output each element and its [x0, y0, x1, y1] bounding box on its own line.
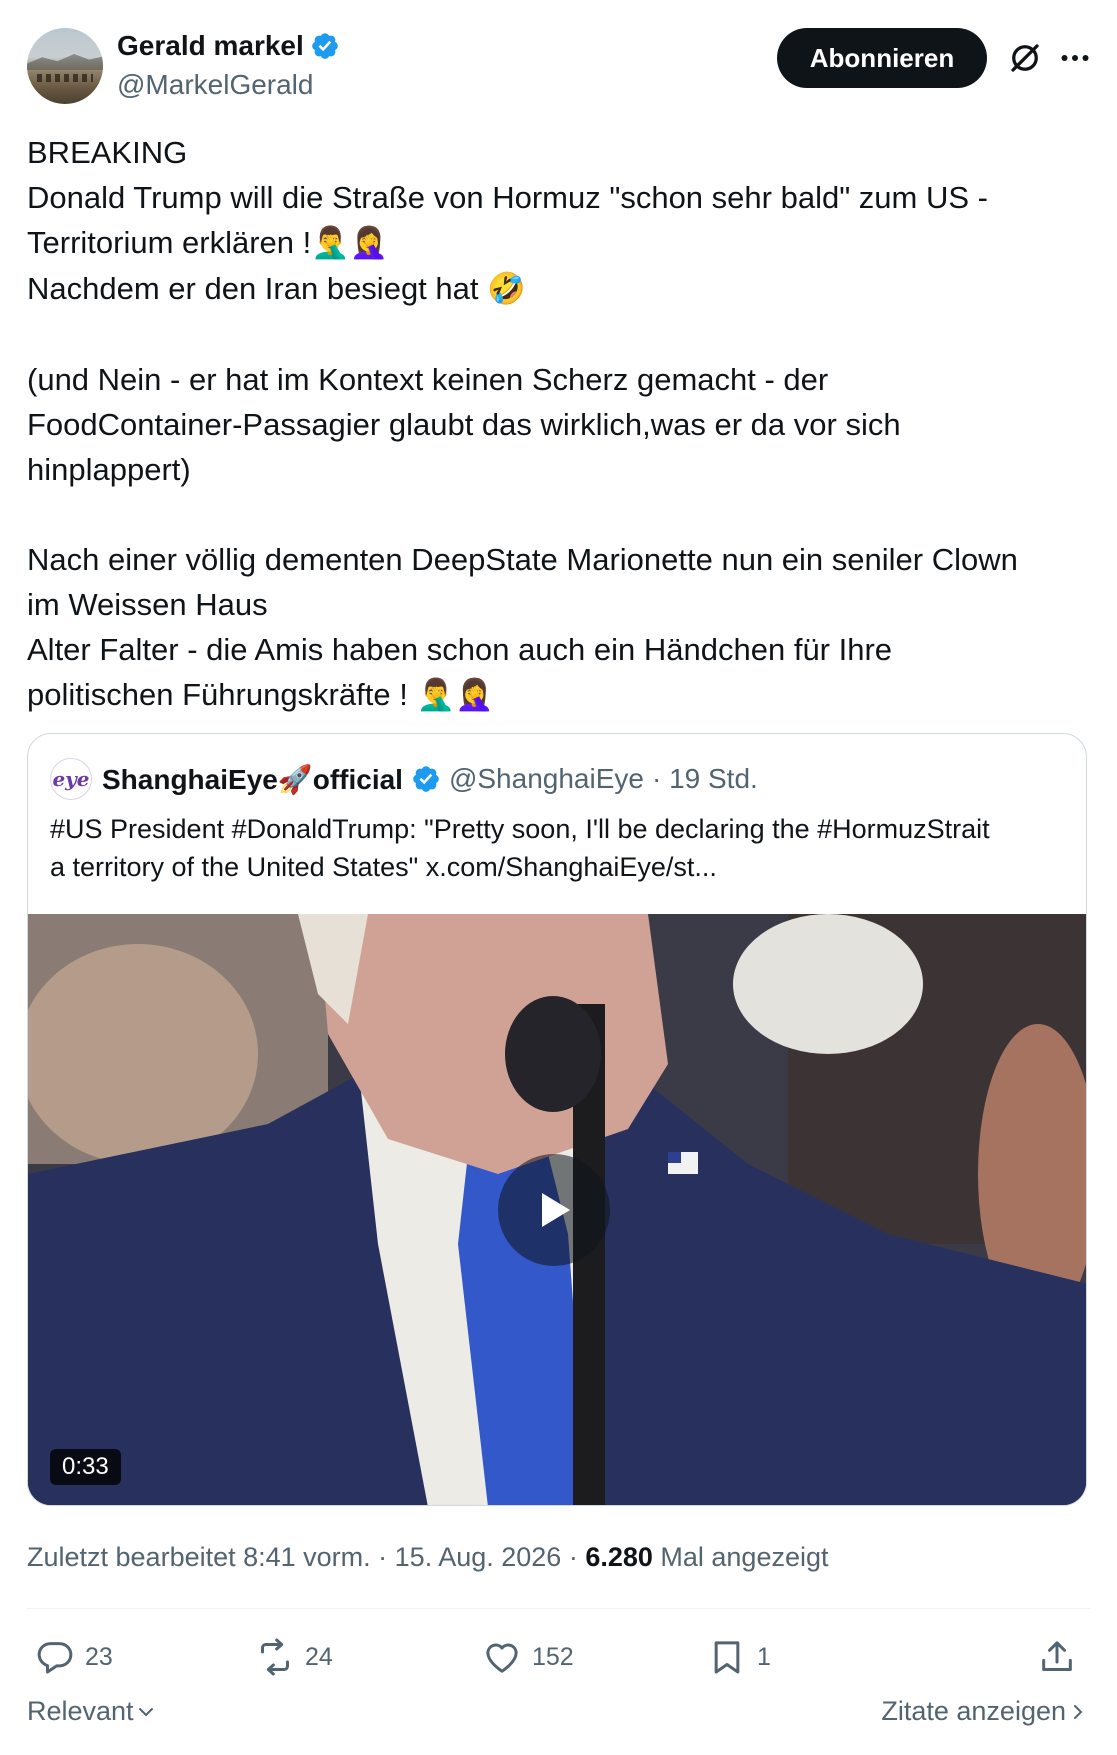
reply-controls: Relevant Zitate anzeigen	[27, 1696, 1090, 1736]
share-icon	[1042, 1641, 1072, 1671]
tweet-meta: Zuletzt bearbeitet 8:41 vorm. · 15. Aug.…	[27, 1542, 829, 1573]
quoted-author-handle[interactable]: @ShanghaiEye	[449, 763, 644, 795]
repost-button[interactable]: 24	[255, 1632, 333, 1682]
rocket-emoji: 🚀	[277, 762, 313, 796]
views-label: Mal angezeigt	[652, 1542, 829, 1572]
tweet-line: Donald Trump will die Straße von Hormuz …	[27, 180, 988, 215]
views-count: 6.280	[585, 1542, 653, 1572]
tweet-line: Nachdem er den Iran besiegt hat 🤣	[27, 266, 1090, 312]
chevron-down-icon	[138, 1707, 153, 1716]
quoted-avatar-logo: eye	[52, 767, 90, 791]
like-button[interactable]: 152	[482, 1632, 574, 1682]
quoted-text-line: a territory of the United States" x.com/…	[50, 852, 717, 882]
edited-timestamp[interactable]: Zuletzt bearbeitet 8:41 vorm. · 15. Aug.…	[27, 1542, 585, 1572]
author-name-row: Gerald markel	[117, 30, 340, 62]
quoted-tweet-card[interactable]: eye ShanghaiEye🚀official @ShanghaiEye · …	[27, 733, 1087, 1506]
tweet-header: Gerald markel @MarkelGerald Abonnieren	[27, 28, 1090, 104]
sort-label: Relevant	[27, 1696, 134, 1726]
chevron-right-icon	[1074, 1704, 1083, 1719]
tweet-line: Nach einer völlig dementen DeepState Mar…	[27, 542, 1018, 577]
tweet-line: Alter Falter - die Amis haben schon auch…	[27, 632, 893, 667]
tweet-line: politischen Führungskräfte ! 🤦‍♂️🤦‍♀️	[27, 672, 1090, 718]
like-count: 152	[532, 1642, 574, 1671]
quoted-tweet-text: #US President #DonaldTrump: "Pretty soon…	[50, 810, 1066, 886]
quoted-timestamp[interactable]: · 19 Std.	[652, 763, 758, 795]
bookmark-count: 1	[757, 1642, 771, 1671]
tweet-line: hinplappert)	[27, 452, 191, 487]
reply-count: 23	[85, 1642, 113, 1671]
laughing-emoji: 🤣	[487, 271, 526, 307]
author-avatar[interactable]	[27, 28, 103, 104]
verified-badge-icon	[413, 766, 439, 792]
grok-icon[interactable]	[1007, 40, 1043, 76]
tweet-line-text: Territorium erklären !	[27, 225, 312, 260]
bookmark-button[interactable]: 1	[707, 1632, 771, 1682]
like-icon	[486, 1643, 518, 1673]
sort-dropdown[interactable]: Relevant	[27, 1696, 158, 1727]
quoted-author-avatar[interactable]: eye	[50, 758, 92, 800]
tweet-line-text: Nachdem er den Iran besiegt hat	[27, 271, 479, 306]
bookmark-icon	[714, 1641, 740, 1674]
tweet-line: im Weissen Haus	[27, 587, 268, 622]
tweet-line: Territorium erklären !🤦‍♂️🤦‍♀️	[27, 220, 1090, 266]
verified-badge-icon	[311, 33, 338, 59]
play-button[interactable]	[498, 1154, 610, 1266]
quoted-tweet-header: eye ShanghaiEye🚀official @ShanghaiEye · …	[50, 758, 758, 800]
quotes-label: Zitate anzeigen	[881, 1696, 1066, 1726]
play-icon	[542, 1193, 570, 1227]
quoted-author-name[interactable]: ShanghaiEye🚀official	[102, 763, 403, 796]
avatar-herd	[37, 74, 93, 82]
tweet-body: BREAKING Donald Trump will die Straße vo…	[27, 130, 1090, 718]
share-button[interactable]	[1037, 1632, 1077, 1682]
facepalm-emoji: 🤦‍♂️🤦‍♀️	[311, 225, 389, 261]
video-duration-badge: 0:33	[50, 1449, 121, 1485]
quoted-name-suffix: official	[312, 763, 403, 795]
action-bar: 23 24 152 1	[27, 1632, 1090, 1682]
divider	[27, 1608, 1090, 1609]
repost-icon	[261, 1638, 289, 1676]
avatar-mountain	[27, 54, 103, 70]
facepalm-emoji: 🤦‍♂️🤦‍♀️	[416, 677, 494, 713]
repost-count: 24	[305, 1642, 333, 1671]
tweet-line: BREAKING	[27, 135, 188, 170]
tweet-line: FoodContainer-Passagier glaubt das wirkl…	[27, 407, 901, 442]
quoted-name-text: ShanghaiEye	[102, 763, 278, 795]
view-quotes-link[interactable]: Zitate anzeigen	[881, 1696, 1090, 1727]
follow-button[interactable]: Abonnieren	[777, 28, 987, 88]
reply-icon	[37, 1642, 73, 1674]
tweet-line: (und Nein - er hat im Kontext keinen Sch…	[27, 362, 829, 397]
quoted-text-line: #US President #DonaldTrump: "Pretty soon…	[50, 814, 990, 844]
author-handle[interactable]: @MarkelGerald	[117, 69, 313, 101]
video-player[interactable]: 0:33	[28, 914, 1086, 1505]
reply-button[interactable]: 23	[35, 1632, 113, 1682]
author-display-name[interactable]: Gerald markel	[117, 30, 304, 62]
more-icon[interactable]	[1057, 40, 1093, 76]
tweet-line-text: politischen Führungskräfte !	[27, 677, 408, 712]
